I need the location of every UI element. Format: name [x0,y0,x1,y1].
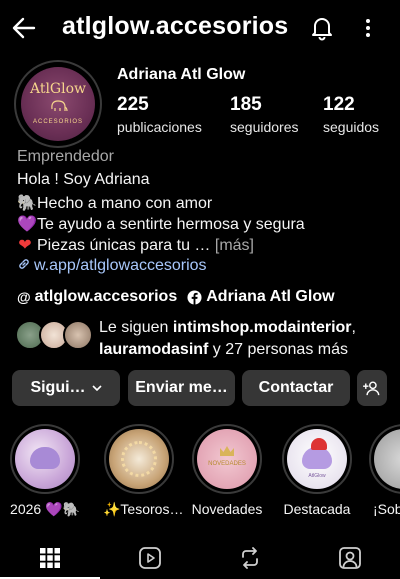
bio-line-3-text: Te ayudo a sentirte hermosa y segura [37,216,305,233]
highlight-ring [10,424,80,494]
profile-category: Emprendedor [17,148,114,165]
stat-followers-label: seguidores [230,119,299,135]
highlight-label: 2026 💜🐘 [10,501,80,517]
elephant-emoji-icon: 🐘 [17,195,37,212]
elephant-icon [51,100,68,112]
necklace-icon [121,441,157,477]
more-vertical-icon[interactable] [356,15,380,41]
highlight-item[interactable]: ✨Tesoros… [103,424,184,518]
highlight-ring [369,424,400,494]
highlight-ring: NOVEDADES [192,424,262,494]
crown-icon [220,446,234,456]
bell-icon[interactable] [309,15,335,41]
bio-line-2-text: Hecho a mano con amor [37,195,213,212]
bio-line-4-text: Piezas únicas para tu … [37,237,215,254]
grid-icon[interactable] [38,546,62,570]
stat-followers[interactable]: 185 seguidores [230,94,299,135]
contact-button[interactable]: Contactar [242,370,350,406]
profile-tabs [0,530,400,579]
bio-line-2: 🐘Hecho a mano con amor [17,193,212,213]
add-person-button[interactable] [357,370,387,406]
highlight-ring [104,424,174,494]
top-bar: atlglow.accesorios [0,0,400,56]
stat-following-value: 122 [323,94,355,115]
bio-line-4: ❤ Piezas únicas para tu … [más] [17,235,254,255]
red-heart-icon: ❤ [18,237,32,254]
elephant-icon [302,447,332,469]
highlight-cover: AtlGlow [287,429,347,489]
bio-more-link[interactable]: [más] [215,237,254,254]
followed-by-user-1: intimshop.modainterior [172,319,352,336]
highlight-item[interactable]: AtlGlow Destacada [281,424,353,517]
add-person-icon [363,381,380,396]
followed-by-prefix: Le siguen [99,319,173,336]
bio-line-1-text: Hola ! Soy Adriana [17,171,150,188]
stat-posts-value: 225 [117,94,149,115]
profile-link-text: w.app/atlglowaccesorios [34,257,207,274]
message-button[interactable]: Enviar me… [128,370,235,406]
back-arrow-icon[interactable] [10,14,38,42]
following-button[interactable]: Sigui… [12,370,120,406]
avatar-subtext: ACCESORIOS [32,119,83,125]
follower-avatar [63,320,93,350]
highlight-cover-text: AtlGlow [308,473,326,479]
followed-by-user-2: lauramodasinf [99,341,209,358]
profile-link[interactable]: w.app/atlglowaccesorios [17,257,207,275]
link-icon [19,259,29,269]
purple-heart-icon: 💜 [17,216,37,233]
repost-icon[interactable] [238,546,262,570]
highlight-cover-text: NOVEDADES [208,461,246,467]
bio-line-3: 💜Te ayudo a sentirte hermosa y segura [17,214,305,234]
elephant-icon [30,447,60,469]
followed-by-suffix: y 27 personas más [208,341,348,358]
highlight-ring: AtlGlow [282,424,352,494]
followed-by-text[interactable]: Le siguen intimshop.modainterior, lauram… [99,317,356,361]
threads-handle[interactable]: atlglow.accesorios [35,288,178,306]
highlight-item[interactable]: ¡Sob [369,424,400,517]
display-name: Adriana Atl Glow [117,66,246,83]
chevron-down-icon [91,385,102,391]
highlight-label: Destacada [283,501,351,517]
highlight-item[interactable]: NOVEDADES Novedades [191,424,263,517]
avatar-logo-text: AtlGlow [29,81,87,97]
bio-line-1: Hola ! Soy Adriana [17,171,150,189]
santa-hat-icon [311,438,327,450]
avatar-image: AtlGlow ACCESORIOS [21,67,95,141]
stat-following[interactable]: 122 seguidos [323,94,379,135]
highlight-cover: NOVEDADES [197,429,257,489]
reels-icon[interactable] [138,546,162,570]
stat-posts[interactable]: 225 publicaciones [117,94,202,135]
followed-by-avatars[interactable] [15,320,95,352]
facebook-icon[interactable] [187,289,202,305]
stat-followers-value: 185 [230,94,262,115]
profile-avatar[interactable]: AtlGlow ACCESORIOS [14,60,102,148]
highlight-label: Novedades [191,501,263,517]
stat-following-label: seguidos [323,119,380,135]
highlight-cover [109,429,169,489]
highlight-label: ✨Tesoros… [103,501,184,517]
tagged-icon[interactable] [338,546,362,570]
highlight-label: ¡Sob [373,501,400,517]
stat-posts-label: publicaciones [117,119,202,135]
threads-icon[interactable]: @ [17,289,31,305]
highlight-item[interactable]: 2026 💜🐘 [9,424,81,518]
highlight-cover [15,429,75,489]
followed-by-separator: , [351,319,356,336]
profile-username: atlglow.accesorios [62,12,289,40]
facebook-name[interactable]: Adriana Atl Glow [206,288,334,306]
following-button-label: Sigui… [30,379,86,396]
highlight-cover [374,429,400,489]
social-links: @ atlglow.accesorios Adriana Atl Glow [17,288,335,306]
